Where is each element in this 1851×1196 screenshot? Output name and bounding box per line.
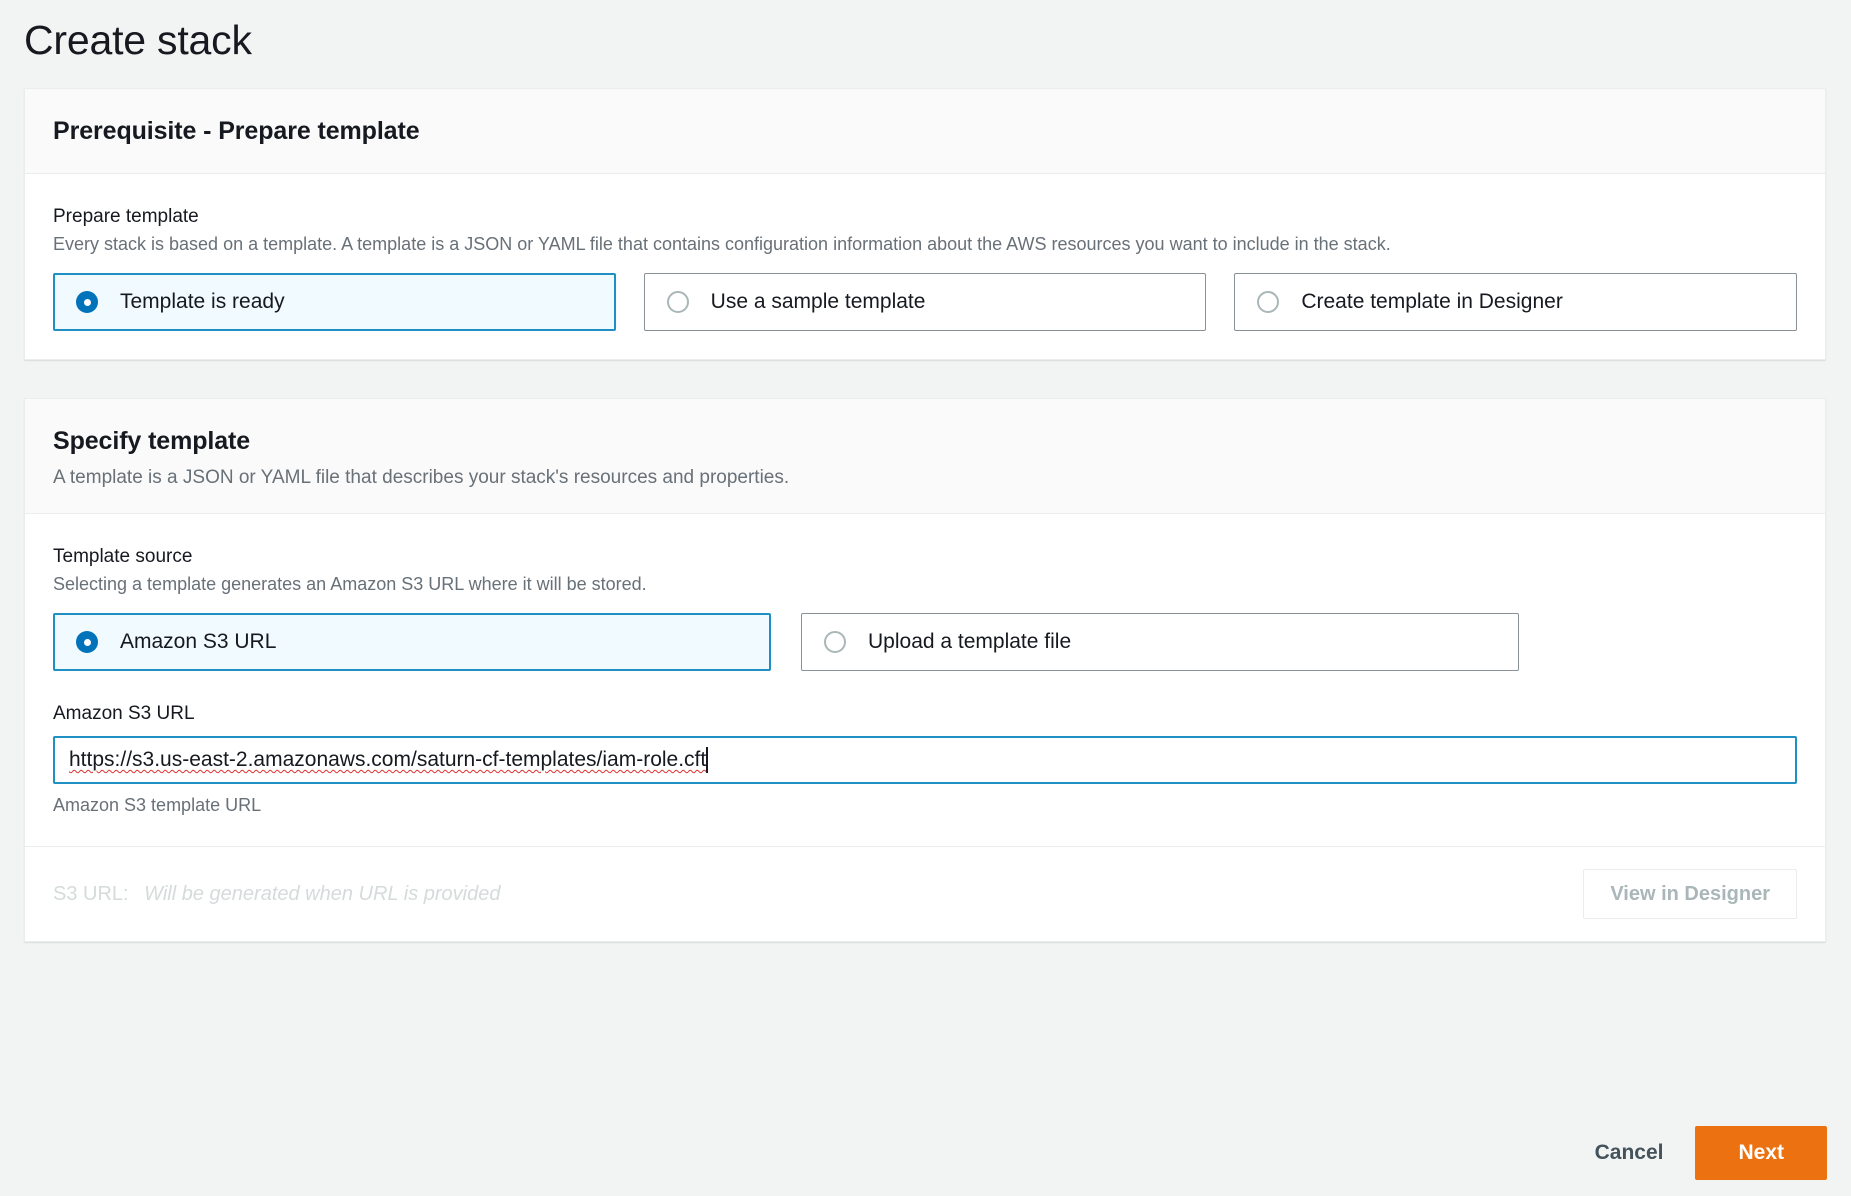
- radio-icon-use-a-sample-template[interactable]: [667, 291, 689, 313]
- specify-template-card-body: Template source Selecting a template gen…: [25, 514, 1825, 846]
- radio-icon-create-template-in-designer[interactable]: [1257, 291, 1279, 313]
- specify-template-card: Specify template A template is a JSON or…: [24, 398, 1826, 942]
- prepare-template-description: Every stack is based on a template. A te…: [53, 232, 1797, 257]
- cancel-button[interactable]: Cancel: [1577, 1127, 1682, 1179]
- radio-tile-amazon-s3-url[interactable]: Amazon S3 URL: [53, 613, 771, 671]
- s3-url-input-value[interactable]: https://s3.us-east-2.amazonaws.com/satur…: [69, 746, 706, 774]
- template-source-description: Selecting a template generates an Amazon…: [53, 572, 1797, 597]
- prepare-template-label: Prepare template: [53, 204, 1797, 230]
- radio-tile-use-a-sample-template[interactable]: Use a sample template: [644, 273, 1207, 331]
- radio-label-template-is-ready: Template is ready: [120, 288, 285, 316]
- specify-template-card-footer: S3 URL: Will be generated when URL is pr…: [25, 846, 1825, 941]
- radio-icon-template-is-ready[interactable]: [76, 291, 98, 313]
- generated-s3-url-status: S3 URL: Will be generated when URL is pr…: [53, 880, 500, 908]
- generated-s3-url-label: S3 URL:: [53, 883, 129, 905]
- radio-tile-create-template-in-designer[interactable]: Create template in Designer: [1234, 273, 1797, 331]
- s3-url-input-label: Amazon S3 URL: [53, 701, 1797, 727]
- radio-tile-upload-a-template-file[interactable]: Upload a template file: [801, 613, 1519, 671]
- text-cursor-caret: [706, 747, 708, 773]
- radio-icon-amazon-s3-url[interactable]: [76, 631, 98, 653]
- prerequisite-card: Prerequisite - Prepare template Prepare …: [24, 88, 1826, 360]
- specify-template-card-description: A template is a JSON or YAML file that d…: [53, 465, 1797, 491]
- create-stack-page: Create stack Prerequisite - Prepare temp…: [0, 0, 1851, 1196]
- page-title: Create stack: [24, 12, 252, 68]
- radio-label-upload-a-template-file: Upload a template file: [868, 628, 1071, 656]
- s3-url-input-hint: Amazon S3 template URL: [53, 793, 1797, 818]
- prepare-template-radio-group: Template is ready Use a sample template …: [53, 273, 1797, 331]
- view-in-designer-button[interactable]: View in Designer: [1583, 869, 1797, 919]
- radio-icon-upload-a-template-file[interactable]: [824, 631, 846, 653]
- s3-url-field-group: Amazon S3 URL https://s3.us-east-2.amazo…: [53, 701, 1797, 818]
- prerequisite-card-body: Prepare template Every stack is based on…: [25, 174, 1825, 359]
- prerequisite-card-header: Prerequisite - Prepare template: [25, 89, 1825, 174]
- specify-template-card-header: Specify template A template is a JSON or…: [25, 399, 1825, 514]
- generated-s3-url-value: Will be generated when URL is provided: [144, 883, 500, 905]
- template-source-radio-group: Amazon S3 URL Upload a template file: [53, 613, 1797, 671]
- radio-tile-template-is-ready[interactable]: Template is ready: [53, 273, 616, 331]
- page-actions: Cancel Next: [1577, 1126, 1827, 1180]
- radio-label-create-template-in-designer: Create template in Designer: [1301, 288, 1562, 316]
- template-source-label: Template source: [53, 544, 1797, 570]
- specify-template-card-title: Specify template: [53, 425, 1797, 457]
- prerequisite-card-title: Prerequisite - Prepare template: [53, 115, 1797, 147]
- radio-label-use-a-sample-template: Use a sample template: [711, 288, 926, 316]
- radio-label-amazon-s3-url: Amazon S3 URL: [120, 628, 276, 656]
- s3-url-input[interactable]: https://s3.us-east-2.amazonaws.com/satur…: [53, 736, 1797, 784]
- next-button[interactable]: Next: [1695, 1126, 1827, 1180]
